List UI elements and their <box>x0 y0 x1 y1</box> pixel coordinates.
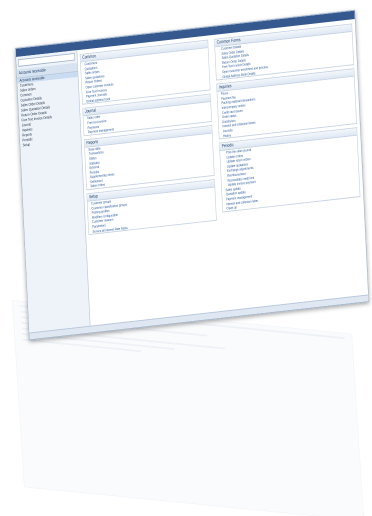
content-column-right: Common Forms Customer Details Sales Orde… <box>212 21 368 318</box>
screenshot-stage: Accounts receivable Accounts receivable … <box>0 0 372 516</box>
content-area: Common Customers Quotations Sales orders… <box>77 19 368 332</box>
content-column-left: Common Customers Quotations Sales orders… <box>77 37 224 333</box>
group-periodic: Periodic Post the sales journal Update o… <box>219 127 361 213</box>
application-window: Accounts receivable Accounts receivable … <box>15 9 370 341</box>
